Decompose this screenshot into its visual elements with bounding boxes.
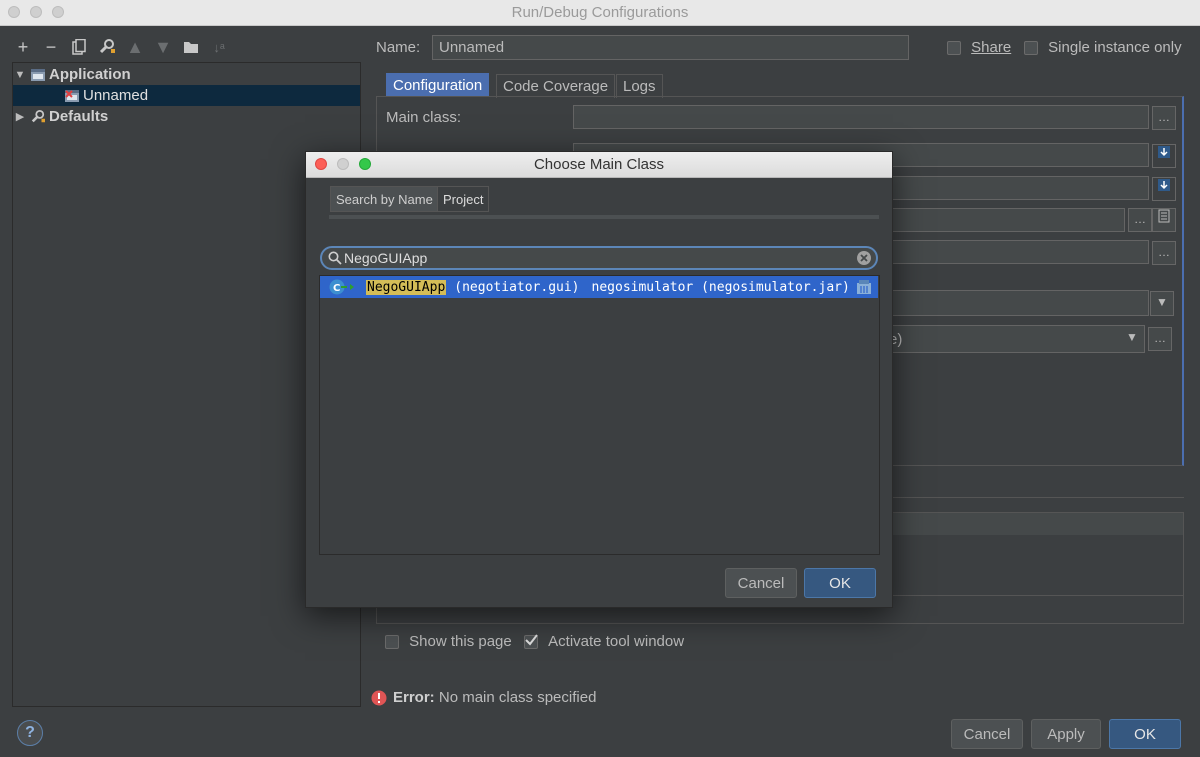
macros-icon[interactable] — [1152, 208, 1176, 232]
folder-icon[interactable] — [180, 36, 202, 58]
tree-item-label: Application — [49, 66, 131, 83]
browse-env-button[interactable]: … — [1152, 241, 1176, 265]
tab-search-by-name[interactable]: Search by Name — [330, 186, 439, 212]
result-package: (negotiator.gui) — [454, 279, 580, 295]
activate-tool-window-checkbox[interactable]: Activate tool window — [524, 633, 684, 650]
cancel-button[interactable]: Cancel — [951, 719, 1023, 749]
error-prefix: Error: — [393, 689, 435, 706]
tree-item-label: Defaults — [49, 108, 109, 125]
show-page-label: Show this page — [409, 633, 512, 650]
browse-jre-button[interactable]: … — [1148, 327, 1172, 351]
window-title: Run/Debug Configurations — [511, 4, 689, 21]
main-class-label: Main class: — [386, 109, 462, 126]
tab-configuration[interactable]: Configuration — [386, 73, 490, 97]
tree-item-unnamed[interactable]: Unnamed — [13, 85, 360, 106]
help-button[interactable]: ? — [17, 720, 43, 746]
error-text: No main class specified — [434, 689, 597, 706]
single-instance-label: Single instance only — [1048, 39, 1182, 56]
error-message: Error: No main class specified — [371, 689, 596, 706]
class-search-box[interactable]: NegoGUIApp — [320, 246, 878, 270]
result-module: negosimulator (negosimulator.jar) — [591, 279, 850, 295]
move-up-icon[interactable]: ▲ — [124, 36, 146, 58]
result-item-negoguiapp[interactable]: C NegoGUIApp (negotiator.gui) negosimula… — [320, 276, 878, 298]
clear-search-icon[interactable] — [856, 250, 872, 266]
expand-arrow-icon[interactable]: ▼ — [13, 69, 27, 81]
chevron-down-icon[interactable]: ▼ — [1120, 327, 1144, 351]
share-label: Share — [971, 39, 1012, 56]
window-title-bar: Run/Debug Configurations — [0, 0, 1200, 26]
share-check-box[interactable] — [947, 41, 961, 56]
dialog-title: Choose Main Class — [533, 156, 665, 173]
show-page-check-box[interactable] — [385, 635, 399, 650]
name-label: Name: — [376, 39, 421, 56]
config-toolbar: + − ▲ ▼ ↓ᵃ — [12, 36, 230, 58]
chevron-down-icon[interactable]: ▼ — [1150, 291, 1174, 316]
copy-icon[interactable] — [68, 36, 90, 58]
remove-icon[interactable]: − — [40, 36, 62, 58]
svg-text:C: C — [333, 283, 340, 294]
tab-logs[interactable]: Logs — [616, 74, 663, 98]
browse-directory-button[interactable]: … — [1128, 208, 1152, 232]
ok-button[interactable]: OK — [1109, 719, 1181, 749]
move-down-icon[interactable]: ▼ — [152, 36, 174, 58]
jar-library-icon — [856, 280, 871, 294]
share-checkbox[interactable]: Share — [947, 39, 1011, 56]
show-page-checkbox[interactable]: Show this page — [385, 633, 512, 650]
tab-project[interactable]: Project — [437, 186, 490, 212]
name-field[interactable] — [432, 35, 909, 60]
sort-icon[interactable]: ↓ᵃ — [208, 36, 230, 58]
choose-main-class-dialog: Choose Main Class Search by Name Project… — [305, 151, 893, 608]
wrench-icon[interactable] — [96, 36, 118, 58]
tree-item-label: Unnamed — [83, 87, 149, 104]
single-instance-check-box[interactable] — [1024, 41, 1038, 56]
class-result-list[interactable] — [319, 275, 880, 555]
add-icon[interactable]: + — [12, 36, 34, 58]
dialog-ok-button[interactable]: OK — [804, 568, 876, 598]
browse-main-class-button[interactable]: … — [1152, 106, 1176, 130]
main-class-field[interactable] — [573, 105, 1149, 129]
single-instance-checkbox[interactable]: Single instance only — [1024, 39, 1182, 56]
activate-tool-label: Activate tool window — [548, 633, 685, 650]
expand-vm-options-icon[interactable] — [1152, 144, 1176, 168]
search-icon — [328, 251, 342, 265]
tree-item-defaults[interactable]: ▶ Defaults — [13, 106, 360, 127]
tree-item-application[interactable]: ▼ Application — [13, 64, 360, 85]
class-runnable-icon: C — [329, 279, 354, 295]
search-input[interactable]: NegoGUIApp — [344, 250, 427, 266]
error-icon — [371, 690, 387, 705]
dialog-title-bar: Choose Main Class — [306, 152, 892, 178]
application-error-icon — [65, 89, 79, 102]
dialog-cancel-button[interactable]: Cancel — [725, 568, 797, 598]
collapse-arrow-icon[interactable]: ▶ — [13, 110, 27, 123]
wrench-icon — [31, 109, 45, 122]
result-match-text: NegoGUIApp — [366, 279, 447, 295]
apply-button[interactable]: Apply — [1031, 719, 1101, 749]
application-icon — [31, 68, 45, 81]
expand-program-args-icon[interactable] — [1152, 177, 1176, 201]
tab-code-coverage[interactable]: Code Coverage — [496, 74, 616, 98]
activate-tool-check-box[interactable] — [524, 634, 538, 650]
